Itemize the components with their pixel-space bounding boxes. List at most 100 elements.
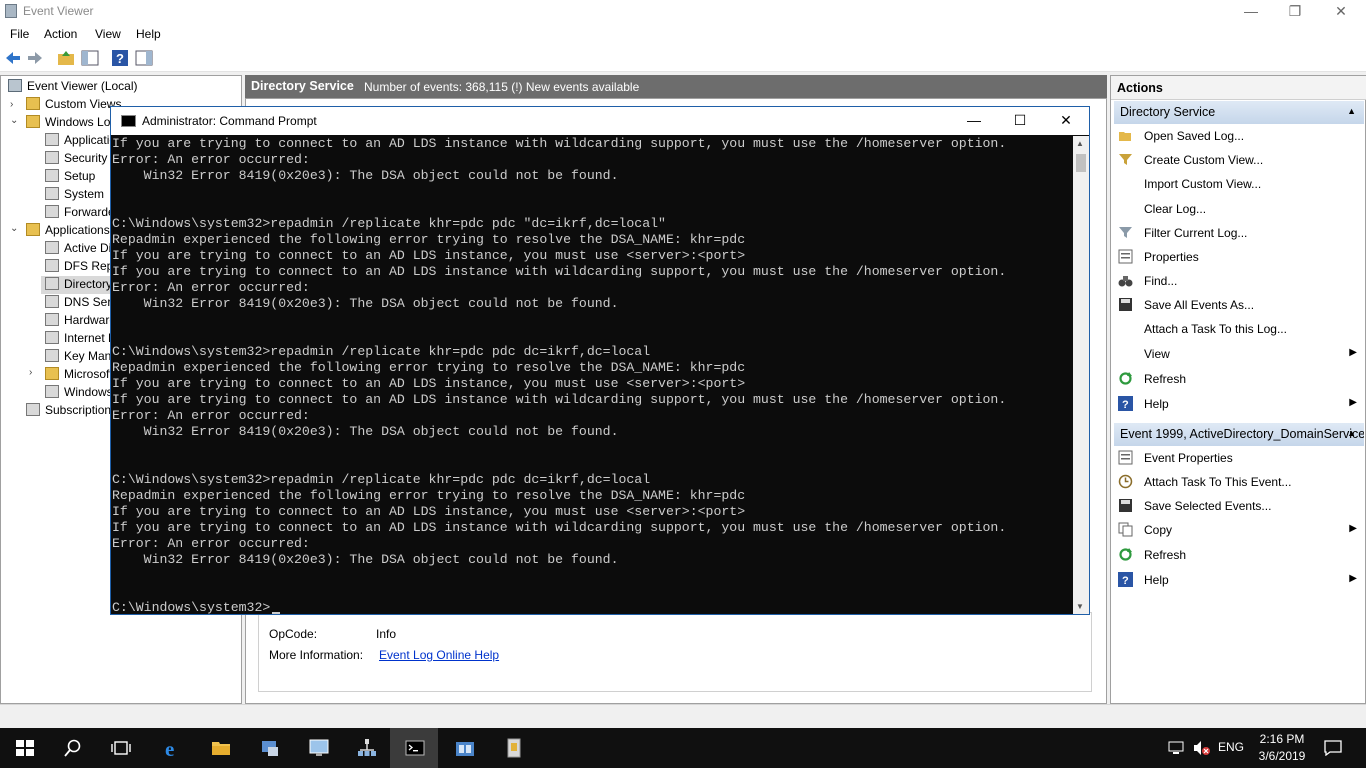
event-details-panel: OpCode: Info More Information: Event Log… [258, 612, 1092, 692]
action-clear-log[interactable]: Clear Log... [1118, 199, 1364, 221]
expand-chevron-icon[interactable]: › [29, 367, 32, 378]
copy-icon [1118, 522, 1133, 537]
menu-view[interactable]: View [95, 27, 121, 41]
log-icon [45, 205, 59, 218]
action-event-properties[interactable]: Event Properties [1118, 448, 1364, 470]
back-arrow-icon[interactable] [4, 49, 22, 67]
collapse-chevron-icon[interactable]: ⌄ [10, 223, 18, 234]
expand-chevron-icon[interactable]: › [10, 99, 13, 110]
command-prompt-window[interactable]: Administrator: Command Prompt — ☐ ✕ If y… [110, 106, 1090, 615]
log-icon [45, 241, 59, 254]
taskbar-file-explorer[interactable] [196, 728, 244, 768]
folder-icon [26, 223, 40, 236]
taskbar-network-tool[interactable] [342, 728, 390, 768]
action-save-selected-events[interactable]: Save Selected Events... [1118, 496, 1364, 518]
up-folder-icon[interactable] [57, 49, 75, 67]
collapse-triangle-icon[interactable]: ▲ [1347, 428, 1356, 438]
help-icon[interactable]: ? [111, 49, 129, 67]
system-clock[interactable]: 2:16 PM 3/6/2019 [1252, 731, 1312, 765]
properties-icon [1118, 450, 1133, 465]
taskbar-event-viewer[interactable] [489, 728, 537, 768]
minimize-button[interactable]: — [1228, 0, 1274, 23]
cmd-minimize-button[interactable]: — [951, 107, 997, 135]
cmd-maximize-button[interactable]: ☐ [997, 107, 1043, 135]
action-copy[interactable]: Copy ▶ [1118, 520, 1364, 542]
event-viewer-title-bar[interactable]: Event Viewer — ❐ ✕ [0, 0, 1366, 23]
properties-icon [1118, 249, 1133, 264]
volume-muted-icon[interactable] [1193, 740, 1211, 756]
restore-button[interactable]: ❐ [1272, 0, 1318, 23]
scroll-down-arrow-icon[interactable]: ▼ [1076, 602, 1084, 611]
taskbar-server-manager[interactable] [245, 728, 293, 768]
submenu-arrow-icon: ▶ [1349, 523, 1357, 534]
taskbar-command-prompt[interactable] [390, 728, 438, 768]
collapse-triangle-icon[interactable]: ▲ [1347, 106, 1356, 116]
action-view[interactable]: View ▶ [1118, 344, 1364, 366]
toolbar: ? [0, 45, 1366, 72]
log-icon [45, 385, 59, 398]
action-help-event[interactable]: ? Help ▶ [1118, 570, 1364, 592]
tree-item-event-viewer-local[interactable]: Event Viewer (Local) [8, 79, 238, 97]
console-line: Win32 Error 8419(0x20e3): The DSA object… [112, 296, 619, 311]
event-viewer-icon [507, 738, 521, 758]
action-save-all-events-as[interactable]: Save All Events As... [1118, 295, 1364, 317]
menu-file[interactable]: File [10, 27, 29, 41]
taskbar-remote-desktop[interactable] [294, 728, 342, 768]
more-information-label: More Information: [269, 648, 364, 662]
menu-action[interactable]: Action [44, 27, 77, 41]
action-find[interactable]: Find... [1118, 271, 1364, 293]
network-icon[interactable] [1168, 741, 1184, 755]
start-button[interactable] [0, 728, 48, 768]
menu-help[interactable]: Help [136, 27, 161, 41]
search-button[interactable] [48, 728, 96, 768]
show-hide-tree-icon[interactable] [81, 49, 99, 67]
action-attach-task-to-log[interactable]: Attach a Task To this Log... [1118, 319, 1364, 341]
action-import-custom-view[interactable]: Import Custom View... [1118, 174, 1364, 196]
show-hide-action-pane-icon[interactable] [135, 49, 153, 67]
console-line: Repadmin experienced the following error… [112, 488, 746, 503]
collapse-chevron-icon[interactable]: ⌄ [10, 115, 18, 126]
submenu-arrow-icon: ▶ [1349, 573, 1357, 584]
remote-desktop-icon [309, 739, 329, 756]
action-filter-current-log[interactable]: Filter Current Log... [1118, 223, 1364, 245]
taskbar-internet-explorer[interactable]: e [148, 728, 196, 768]
forward-arrow-icon[interactable] [26, 49, 44, 67]
log-icon [45, 169, 59, 182]
input-language[interactable]: ENG [1218, 740, 1244, 754]
taskbar-ad-users[interactable] [440, 728, 488, 768]
command-prompt-title-bar[interactable]: Administrator: Command Prompt — ☐ ✕ [111, 107, 1089, 135]
action-open-saved-log[interactable]: Open Saved Log... [1118, 126, 1364, 148]
actions-pane: Actions Directory Service ▲ Open Saved L… [1110, 75, 1366, 704]
action-create-custom-view[interactable]: Create Custom View... [1118, 150, 1364, 172]
action-refresh-event[interactable]: Refresh [1118, 545, 1364, 567]
refresh-icon [1119, 372, 1132, 385]
opcode-label: OpCode: [269, 627, 318, 641]
submenu-arrow-icon: ▶ [1349, 397, 1357, 408]
log-icon [45, 277, 59, 290]
scroll-up-arrow-icon[interactable]: ▲ [1076, 139, 1084, 148]
close-button[interactable]: ✕ [1318, 0, 1364, 23]
actions-section-event-1999[interactable]: Event 1999, ActiveDirectory_DomainServic… [1114, 423, 1364, 446]
taskbar: e ENG 2:16 PM 3/6/2019 [0, 728, 1366, 768]
log-icon [45, 259, 59, 272]
action-attach-task-to-event[interactable]: Attach Task To This Event... [1118, 472, 1364, 494]
actions-section-directory-service[interactable]: Directory Service ▲ [1114, 101, 1364, 124]
cmd-vertical-scrollbar[interactable]: ▲ ▼ [1073, 136, 1089, 614]
console-line: If you are trying to connect to an AD LD… [112, 136, 1007, 151]
log-icon [45, 313, 59, 326]
console-output[interactable]: If you are trying to connect to an AD LD… [112, 136, 1072, 614]
task-view-button[interactable] [96, 728, 144, 768]
scroll-thumb[interactable] [1076, 154, 1086, 172]
action-properties[interactable]: Properties [1118, 247, 1364, 269]
cmd-close-button[interactable]: ✕ [1043, 107, 1089, 135]
network-tool-icon [358, 739, 376, 756]
log-icon [45, 331, 59, 344]
clock-time: 2:16 PM [1259, 732, 1305, 746]
task-view-icon [111, 741, 131, 755]
event-log-online-help-link[interactable]: Event Log Online Help [379, 648, 499, 662]
console-line: Repadmin experienced the following error… [112, 360, 746, 375]
action-refresh[interactable]: Refresh [1118, 369, 1364, 391]
internet-explorer-icon: e [165, 738, 174, 758]
action-help[interactable]: ? Help ▶ [1118, 394, 1364, 416]
action-center-icon[interactable] [1324, 740, 1342, 756]
